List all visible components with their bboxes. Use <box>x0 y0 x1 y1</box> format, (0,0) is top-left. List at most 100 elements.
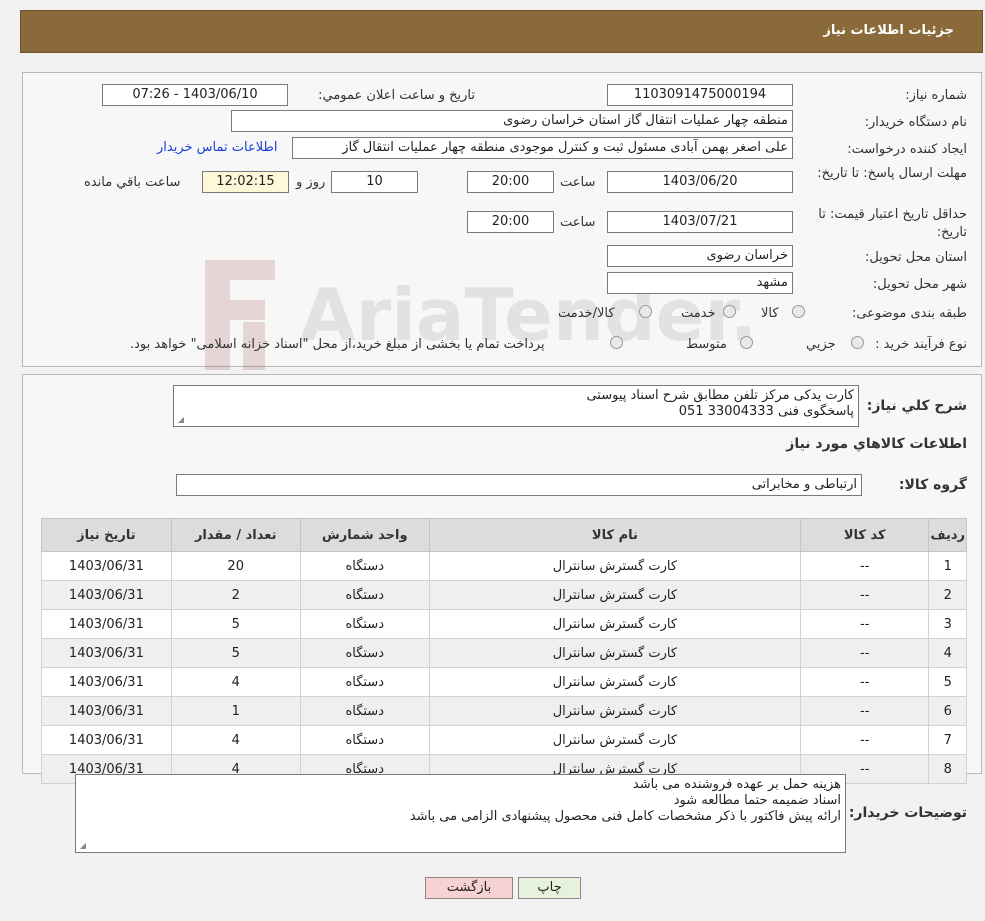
item-name-cell: کارت گسترش سانترال <box>428 551 801 581</box>
col-qty-header: تعداد / مقدار <box>170 518 301 552</box>
process-option-minor: جزيي <box>806 337 836 352</box>
row-number-cell: 3 <box>928 609 967 639</box>
group-label: گروه کالا: <box>898 477 967 493</box>
buyer-note-line: ارائه پیش فاکتور با ذکر مشخصات کامل فنی … <box>409 809 841 824</box>
item-code-cell: -- <box>799 580 930 610</box>
item-code-cell: -- <box>799 638 930 668</box>
need-date-cell: 1403/06/31 <box>41 667 172 697</box>
creator-field: علی اصغر بهمن آبادی مسئول ثبت و کنترل مو… <box>292 137 793 159</box>
page-header: جزئیات اطلاعات نیاز <box>20 10 983 53</box>
quantity-cell: 20 <box>170 551 301 581</box>
category-radio-service[interactable] <box>723 305 736 318</box>
province-field: خراسان رضوی <box>607 245 793 267</box>
quantity-cell: 4 <box>170 725 301 755</box>
table-row: 6 -- کارت گسترش سانترال دستگاه 1 1403/06/31 <box>41 696 967 726</box>
row-number-cell: 4 <box>928 638 967 668</box>
need-date-cell: 1403/06/31 <box>41 551 172 581</box>
item-name-cell: کارت گسترش سانترال <box>428 696 801 726</box>
need-date-cell: 1403/06/31 <box>41 580 172 610</box>
buyer-contact-link[interactable]: اطلاعات تماس خریدار <box>157 140 277 155</box>
col-unit-header: واحد شمارش <box>299 518 430 552</box>
unit-cell: دستگاه <box>299 638 430 668</box>
need-number-label: شماره نیاز: <box>905 88 967 103</box>
process-option-medium: متوسط <box>686 337 727 352</box>
col-date-header: تاريخ نياز <box>41 518 172 552</box>
announce-field: 1403/06/10 - 07:26 <box>102 84 288 106</box>
item-code-cell: -- <box>799 696 930 726</box>
resize-grip-icon[interactable]: ◢ <box>78 842 86 850</box>
print-button[interactable]: چاپ <box>518 877 581 899</box>
buyer-org-label: نام دستگاه خریدار: <box>864 115 967 130</box>
col-code-header: کد کالا <box>799 518 930 552</box>
remaining-time-field: 12:02:15 <box>202 171 289 193</box>
process-label: نوع فرآیند خرید : <box>875 337 967 352</box>
category-radio-goods[interactable] <box>792 305 805 318</box>
quantity-cell: 5 <box>170 609 301 639</box>
process-radio-minor[interactable] <box>851 336 864 349</box>
item-name-cell: کارت گسترش سانترال <box>428 638 801 668</box>
unit-cell: دستگاه <box>299 696 430 726</box>
validity-time-field: 20:00 <box>467 211 554 233</box>
back-button[interactable]: بازگشت <box>425 877 513 899</box>
row-number-cell: 6 <box>928 696 967 726</box>
unit-cell: دستگاه <box>299 609 430 639</box>
item-name-cell: کارت گسترش سانترال <box>428 609 801 639</box>
table-row: 1 -- کارت گسترش سانترال دستگاه 20 1403/06/31 <box>41 551 967 581</box>
quantity-cell: 2 <box>170 580 301 610</box>
quantity-cell: 4 <box>170 667 301 697</box>
creator-label: ایجاد کننده درخواست: <box>847 142 967 157</box>
payment-note: پرداخت تمام یا بخشی از مبلغ خرید،از محل … <box>130 337 545 352</box>
buyer-notes-label: توضیحات خریدار: <box>848 805 967 821</box>
days-field: 10 <box>331 171 418 193</box>
items-table: رديف کد کالا نام کالا واحد شمارش تعداد /… <box>41 518 967 784</box>
col-row-header: رديف <box>928 518 967 552</box>
page-title: جزئیات اطلاعات نیاز <box>823 23 954 38</box>
items-heading: اطلاعات کالاهاي مورد نياز <box>786 436 967 452</box>
deadline-time-label: ساعت <box>560 175 596 190</box>
col-name-header: نام کالا <box>428 518 801 552</box>
buyer-note-line: اسناد ضمیمه حتما مطالعه شود <box>673 793 841 808</box>
category-option-goods-service: کالا/خدمت <box>558 306 615 321</box>
unit-cell: دستگاه <box>299 551 430 581</box>
buyer-note-line: هزینه حمل بر عهده فروشنده می باشد <box>632 777 841 792</box>
summary-textarea[interactable]: کارت یدکی مرکز تلفن مطابق شرح اسناد پیوس… <box>173 385 859 427</box>
summary-line-1: کارت یدکی مرکز تلفن مطابق شرح اسناد پیوس… <box>586 388 854 403</box>
summary-line-2: پاسخگوی فنی 33004333 051 <box>678 404 854 419</box>
validity-label: حداقل تاریخ اعتبار قیمت: تا تاریخ: <box>818 207 967 240</box>
need-date-cell: 1403/06/31 <box>41 609 172 639</box>
item-name-cell: کارت گسترش سانترال <box>428 667 801 697</box>
unit-cell: دستگاه <box>299 725 430 755</box>
deadline-label: مهلت ارسال پاسخ: تا تاریخ: <box>817 166 967 181</box>
remaining-label: ساعت باقي مانده <box>84 175 181 190</box>
buyer-org-field: منطقه چهار عملیات انتقال گاز استان خراسا… <box>231 110 793 132</box>
item-code-cell: -- <box>799 551 930 581</box>
item-name-cell: کارت گسترش سانترال <box>428 725 801 755</box>
city-label: شهر محل تحویل: <box>872 277 967 292</box>
row-number-cell: 1 <box>928 551 967 581</box>
table-row: 7 -- کارت گسترش سانترال دستگاه 4 1403/06/31 <box>41 725 967 755</box>
need-number-field: 1103091475000194 <box>607 84 793 106</box>
quantity-cell: 1 <box>170 696 301 726</box>
table-row: 5 -- کارت گسترش سانترال دستگاه 4 1403/06/31 <box>41 667 967 697</box>
table-row: 4 -- کارت گسترش سانترال دستگاه 5 1403/06/31 <box>41 638 967 668</box>
city-field: مشهد <box>607 272 793 294</box>
deadline-time-field: 20:00 <box>467 171 554 193</box>
treasury-checkbox[interactable] <box>610 336 623 349</box>
unit-cell: دستگاه <box>299 580 430 610</box>
summary-label: شرح کلي نياز: <box>866 398 967 414</box>
buyer-notes-textarea[interactable]: هزینه حمل بر عهده فروشنده می باشد اسناد … <box>75 774 846 853</box>
process-radio-medium[interactable] <box>740 336 753 349</box>
validity-date-field: 1403/07/21 <box>607 211 793 233</box>
need-date-cell: 1403/06/31 <box>41 725 172 755</box>
item-code-cell: -- <box>799 609 930 639</box>
quantity-cell: 5 <box>170 638 301 668</box>
item-code-cell: -- <box>799 725 930 755</box>
category-label: طبقه بندی موضوعی: <box>851 306 967 321</box>
resize-grip-icon[interactable]: ◢ <box>176 416 184 424</box>
row-number-cell: 7 <box>928 725 967 755</box>
validity-time-label: ساعت <box>560 215 596 230</box>
table-header-row: رديف کد کالا نام کالا واحد شمارش تعداد /… <box>41 518 967 552</box>
item-code-cell: -- <box>799 667 930 697</box>
category-radio-goods-service[interactable] <box>639 305 652 318</box>
group-field: ارتباطی و مخابراتی <box>176 474 862 496</box>
